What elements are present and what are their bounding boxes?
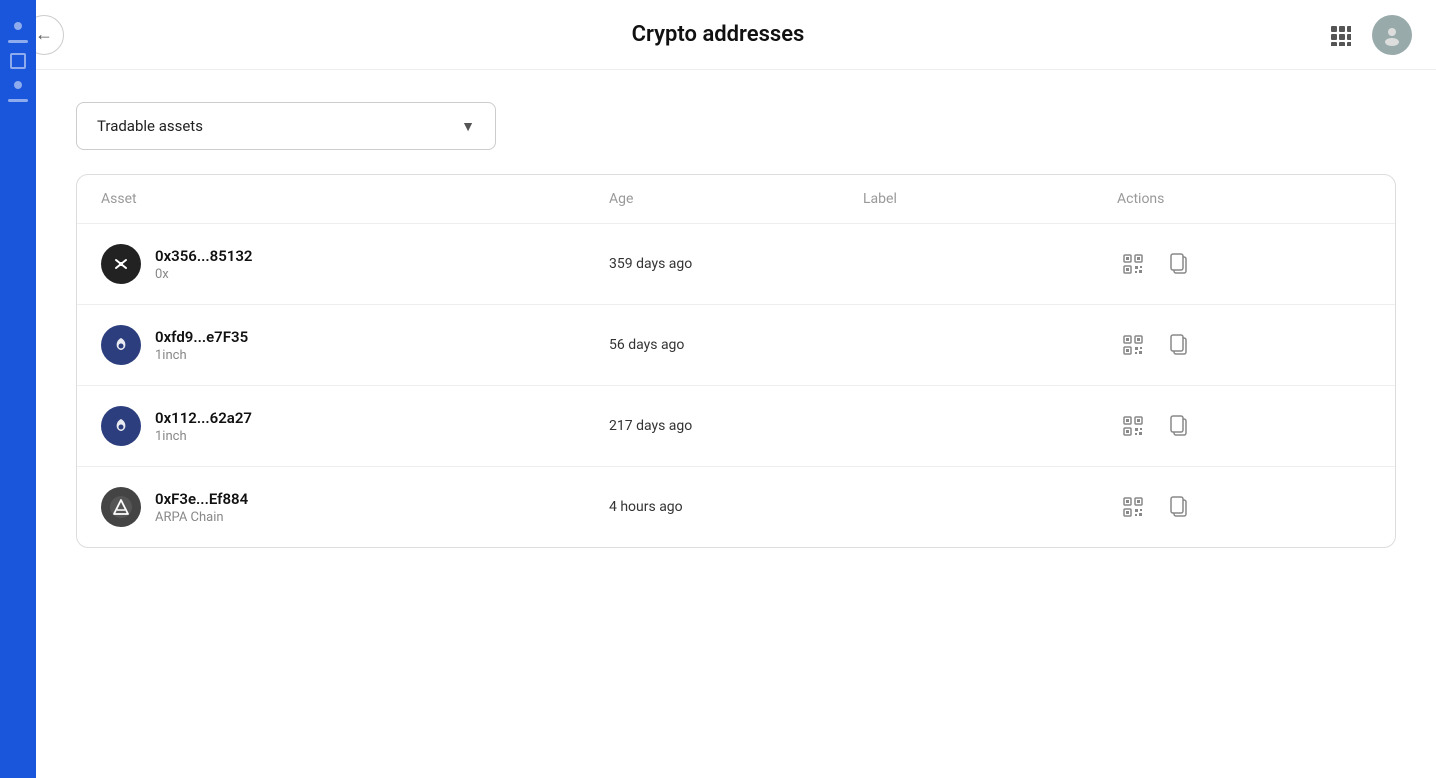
- actions-1: [1117, 329, 1371, 361]
- address-1: 0xfd9...e7F35: [155, 328, 248, 346]
- copy-button-1[interactable]: [1163, 329, 1195, 361]
- qr-button-1[interactable]: [1117, 329, 1149, 361]
- address-0: 0x356...85132: [155, 247, 253, 265]
- asset-cell-3: 0xF3e...Ef884 ARPA Chain: [101, 487, 609, 527]
- table-row: 0xF3e...Ef884 ARPA Chain 4 hours ago: [77, 467, 1395, 547]
- age-2: 217 days ago: [609, 418, 863, 434]
- filter-wrapper: Tradable assets ▼: [76, 102, 1396, 150]
- sidebar-item-1: [14, 22, 22, 30]
- sidebar-item-3: [10, 53, 26, 69]
- network-2: 1inch: [155, 429, 252, 444]
- asset-cell-2: 0x112...62a27 1inch: [101, 406, 609, 446]
- sidebar: [0, 0, 36, 778]
- table-header: Asset Age Label Actions: [77, 175, 1395, 224]
- page-title: Crypto addresses: [632, 22, 805, 47]
- grid-icon: [1329, 24, 1351, 46]
- 1inch-icon-2: [109, 414, 133, 438]
- sidebar-item-5: [8, 99, 28, 102]
- asset-cell-0: 0x356...85132 0x: [101, 244, 609, 284]
- address-2: 0x112...62a27: [155, 409, 252, 427]
- copy-button-2[interactable]: [1163, 410, 1195, 442]
- copy-button-0[interactable]: [1163, 248, 1195, 280]
- qr-button-3[interactable]: [1117, 491, 1149, 523]
- arpa-icon: [109, 495, 133, 519]
- asset-info-3: 0xF3e...Ef884 ARPA Chain: [155, 490, 248, 525]
- network-3: ARPA Chain: [155, 510, 248, 525]
- sidebar-item-4: [14, 81, 22, 89]
- actions-2: [1117, 410, 1371, 442]
- actions-3: [1117, 491, 1371, 523]
- age-3: 4 hours ago: [609, 499, 863, 515]
- 1inch-icon: [109, 333, 133, 357]
- back-icon: ←: [35, 24, 53, 45]
- copy-button-3[interactable]: [1163, 491, 1195, 523]
- asset-icon-3: [101, 487, 141, 527]
- copy-icon: [1169, 496, 1189, 518]
- table-row: 0x356...85132 0x 359 days ago: [77, 224, 1395, 305]
- col-label: Label: [863, 191, 1117, 207]
- asset-icon-0: [101, 244, 141, 284]
- network-0: 0x: [155, 267, 253, 282]
- col-asset: Asset: [101, 191, 609, 207]
- user-avatar[interactable]: [1372, 15, 1412, 55]
- 0x-icon: [109, 252, 133, 276]
- qr-code-icon: [1122, 496, 1144, 518]
- copy-icon: [1169, 415, 1189, 437]
- avatar-icon: [1381, 24, 1403, 46]
- chevron-down-icon: ▼: [461, 118, 475, 135]
- qr-button-0[interactable]: [1117, 248, 1149, 280]
- copy-icon: [1169, 334, 1189, 356]
- col-age: Age: [609, 191, 863, 207]
- actions-0: [1117, 248, 1371, 280]
- header: ← Crypto addresses: [0, 0, 1436, 70]
- sidebar-item-2: [8, 40, 28, 43]
- qr-code-icon: [1122, 253, 1144, 275]
- asset-info-0: 0x356...85132 0x: [155, 247, 253, 282]
- network-1: 1inch: [155, 348, 248, 363]
- qr-code-icon: [1122, 415, 1144, 437]
- age-1: 56 days ago: [609, 337, 863, 353]
- asset-icon-1: [101, 325, 141, 365]
- address-3: 0xF3e...Ef884: [155, 490, 248, 508]
- filter-dropdown[interactable]: Tradable assets ▼: [76, 102, 496, 150]
- asset-info-2: 0x112...62a27 1inch: [155, 409, 252, 444]
- filter-label: Tradable assets: [97, 117, 203, 135]
- asset-info-1: 0xfd9...e7F35 1inch: [155, 328, 248, 363]
- asset-icon-2: [101, 406, 141, 446]
- qr-code-icon: [1122, 334, 1144, 356]
- header-right: [1320, 15, 1412, 55]
- crypto-table: Asset Age Label Actions 0x356...85132 0x: [76, 174, 1396, 548]
- copy-icon: [1169, 253, 1189, 275]
- asset-cell-1: 0xfd9...e7F35 1inch: [101, 325, 609, 365]
- age-0: 359 days ago: [609, 256, 863, 272]
- table-row: 0xfd9...e7F35 1inch 56 days ago: [77, 305, 1395, 386]
- qr-button-2[interactable]: [1117, 410, 1149, 442]
- col-actions: Actions: [1117, 191, 1371, 207]
- grid-icon-button[interactable]: [1320, 15, 1360, 55]
- main-content: Tradable assets ▼ Asset Age Label Action…: [36, 70, 1436, 580]
- table-row: 0x112...62a27 1inch 217 days ago: [77, 386, 1395, 467]
